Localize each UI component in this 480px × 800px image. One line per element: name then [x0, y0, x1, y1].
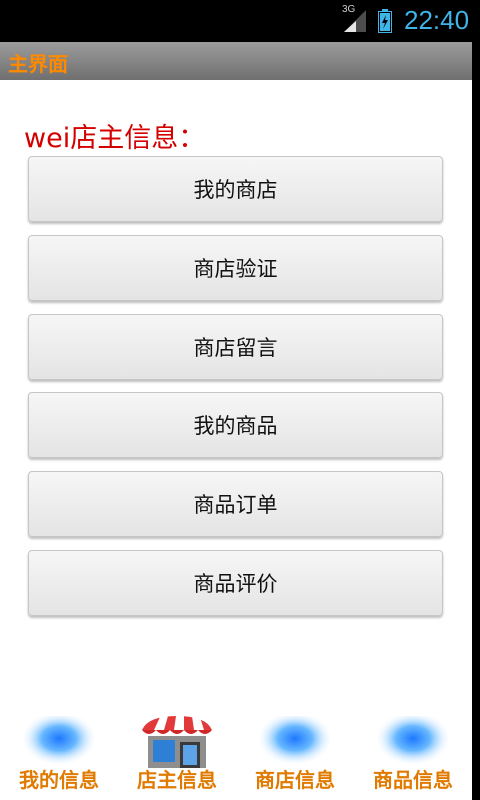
nav-label: 我的信息 — [19, 768, 99, 792]
page-heading: wei店主信息： — [24, 123, 206, 154]
main-content: wei店主信息： 我的商店 商店验证 商店留言 我的商品 商品订单 商品评价 — [0, 80, 472, 800]
status-bar: 3G 22:40 — [0, 0, 480, 42]
button-label: 我的商店 — [193, 178, 278, 202]
shop-verify-button[interactable]: 商店验证 — [28, 235, 443, 301]
storefront-icon — [142, 716, 212, 768]
battery-icon — [378, 9, 392, 33]
my-shop-button[interactable]: 我的商店 — [28, 156, 443, 222]
product-orders-button[interactable]: 商品订单 — [28, 471, 443, 537]
button-label: 商店留言 — [193, 336, 278, 360]
nav-my-info[interactable]: 我的信息 — [0, 700, 118, 800]
product-reviews-button[interactable]: 商品评价 — [28, 550, 443, 616]
signal-icon — [344, 10, 366, 32]
nav-label: 商品信息 — [373, 768, 453, 792]
button-label: 商品订单 — [193, 493, 278, 517]
bottom-nav: 我的信息 店主信息 商店信息 商品信息 — [0, 700, 472, 800]
button-label: 商品评价 — [193, 572, 278, 596]
title-bar: 主界面 — [0, 42, 472, 80]
blue-glow-icon — [260, 716, 330, 766]
nav-owner-info[interactable]: 店主信息 — [118, 700, 236, 800]
screen-edge — [472, 42, 480, 800]
app-title: 主界面 — [8, 52, 68, 76]
nav-label: 商店信息 — [255, 768, 335, 792]
shop-message-button[interactable]: 商店留言 — [28, 314, 443, 380]
nav-label: 店主信息 — [137, 768, 217, 792]
nav-shop-info[interactable]: 商店信息 — [236, 700, 354, 800]
button-label: 我的商品 — [193, 414, 278, 438]
nav-product-info[interactable]: 商品信息 — [354, 700, 472, 800]
blue-glow-icon — [24, 716, 94, 766]
blue-glow-icon — [378, 716, 448, 766]
button-label: 商店验证 — [193, 257, 278, 281]
my-products-button[interactable]: 我的商品 — [28, 392, 443, 458]
clock: 22:40 — [404, 5, 470, 35]
